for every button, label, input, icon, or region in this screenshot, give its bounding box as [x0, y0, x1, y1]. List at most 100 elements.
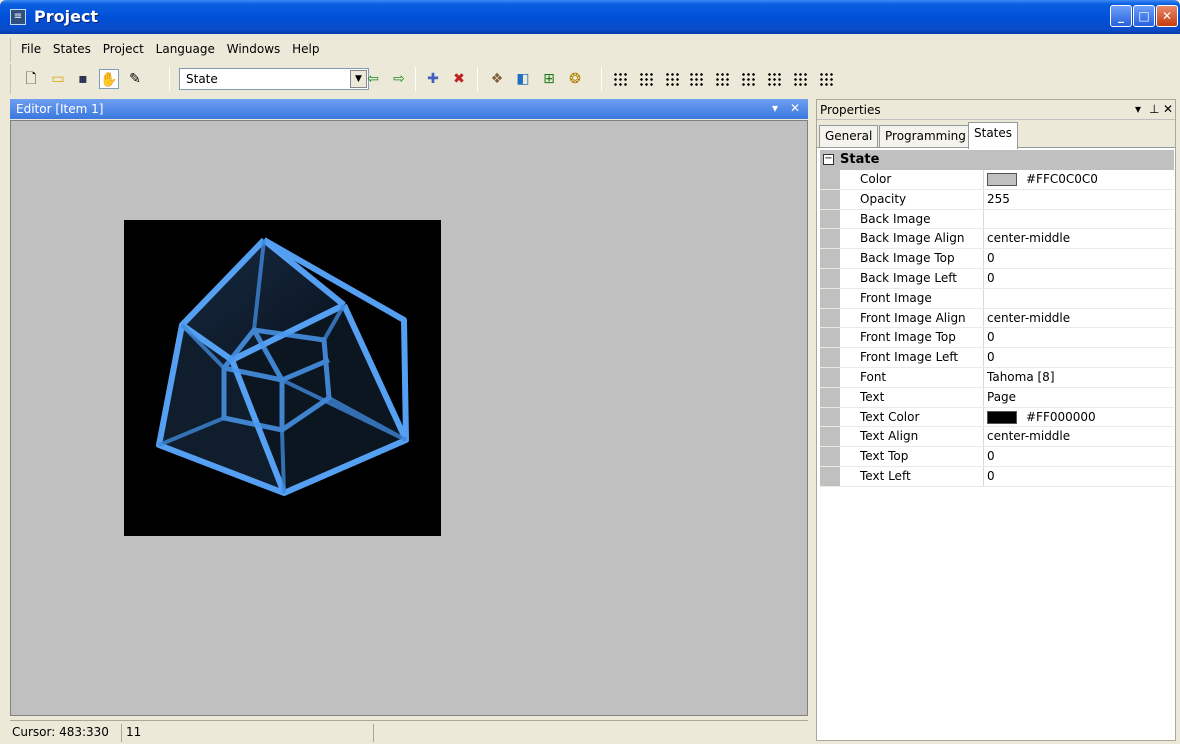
menu-project[interactable]: Project	[99, 38, 148, 60]
pencil-icon[interactable]: ✎	[125, 69, 145, 89]
menu-states[interactable]: States	[49, 38, 95, 60]
save-icon[interactable]: ▪	[73, 69, 93, 89]
maximize-button[interactable]: □	[1133, 5, 1155, 27]
property-value-text: 0	[987, 468, 995, 483]
property-value[interactable]: #FFC0C0C0	[983, 170, 1173, 189]
properties-panel: Properties ▾ ⊥ ✕ General Programming Sta…	[816, 99, 1176, 741]
pin-icon[interactable]: ⊥	[1149, 102, 1159, 116]
property-value[interactable]: 0	[983, 348, 1173, 367]
close-icon[interactable]: ✕	[1163, 102, 1173, 116]
layout-icon[interactable]	[715, 72, 731, 86]
color-swatch[interactable]	[987, 173, 1017, 186]
property-row[interactable]: Front Image Top 0	[820, 328, 1174, 349]
property-value[interactable]: 0	[983, 249, 1173, 268]
close-icon[interactable]: ✕	[790, 101, 800, 115]
property-value[interactable]	[983, 288, 1173, 308]
tab-states[interactable]: States	[968, 122, 1019, 149]
property-name: Front Image Align	[860, 310, 966, 325]
property-value[interactable]	[983, 209, 1173, 229]
property-value[interactable]: center-middle	[983, 427, 1173, 447]
property-value-text: center-middle	[987, 231, 1071, 246]
category-row[interactable]: − State	[820, 150, 1174, 170]
property-row[interactable]: Color #FFC0C0C0	[820, 170, 1174, 190]
property-row[interactable]: Front Image Align center-middle	[820, 308, 1174, 329]
property-value[interactable]: #FF000000	[983, 407, 1173, 427]
row-gutter	[820, 348, 840, 367]
chevron-down-icon[interactable]: ▾	[772, 101, 778, 115]
category-label: State	[840, 152, 880, 167]
item-1-preview[interactable]	[124, 220, 441, 536]
arrow-left-icon[interactable]: ⇦	[363, 69, 383, 89]
property-value[interactable]: 255	[983, 189, 1173, 209]
tab-general[interactable]: General	[819, 125, 879, 147]
menu-bar: File States Project Language Windows Hel…	[10, 38, 350, 62]
property-row[interactable]: Front Image	[820, 288, 1174, 309]
state-combo[interactable]: State ▼	[179, 68, 369, 90]
property-row[interactable]: Text Align center-middle	[820, 427, 1174, 448]
property-row[interactable]: Text Left 0	[820, 466, 1174, 487]
property-value-text: 255	[987, 191, 1010, 206]
cursor-position: Cursor: 483:330	[10, 724, 122, 742]
collapse-icon[interactable]: −	[823, 154, 834, 165]
bring-icon[interactable]: ❖	[487, 69, 507, 89]
minimize-button[interactable]: _	[1110, 5, 1132, 27]
property-value-text: center-middle	[987, 429, 1071, 444]
property-value[interactable]: Page	[983, 387, 1173, 407]
property-row[interactable]: Opacity 255	[820, 189, 1174, 210]
menu-file[interactable]: File	[17, 38, 45, 60]
layout-icon[interactable]	[665, 72, 681, 86]
menu-help[interactable]: Help	[288, 38, 323, 60]
add-icon[interactable]: ✚	[423, 69, 443, 89]
property-row[interactable]: Back Image Left 0	[820, 268, 1174, 289]
new-file-icon[interactable]: 🗋	[21, 69, 41, 89]
properties-header: Properties ▾ ⊥ ✕	[817, 100, 1175, 120]
property-value-text: Tahoma [8]	[987, 369, 1055, 384]
hand-icon[interactable]: ✋	[99, 69, 119, 89]
property-value-text: 0	[987, 251, 995, 266]
color-swatch[interactable]	[987, 410, 1017, 424]
row-gutter	[820, 268, 840, 288]
layout-icon[interactable]	[741, 72, 757, 86]
layout-icon[interactable]	[639, 72, 655, 86]
menu-windows[interactable]: Windows	[223, 38, 285, 60]
tab-programming[interactable]: Programming	[879, 125, 972, 147]
chevron-down-icon[interactable]: ▾	[1135, 102, 1141, 116]
property-row[interactable]: Text Color #FF000000	[820, 407, 1174, 428]
menu-language[interactable]: Language	[152, 38, 219, 60]
row-gutter	[820, 407, 840, 427]
property-value[interactable]: 0	[983, 268, 1173, 288]
property-value[interactable]: 0	[983, 466, 1173, 486]
layout-icon[interactable]	[793, 72, 809, 86]
property-row[interactable]: Text Page	[820, 387, 1174, 408]
property-value[interactable]: Tahoma [8]	[983, 367, 1173, 387]
property-row[interactable]: Font Tahoma [8]	[820, 367, 1174, 388]
close-button[interactable]: ✕	[1156, 5, 1178, 27]
arrow-right-icon[interactable]: ⇨	[389, 69, 409, 89]
layout-icon[interactable]	[689, 72, 705, 86]
property-value[interactable]: 0	[983, 328, 1173, 348]
property-row[interactable]: Back Image Top 0	[820, 249, 1174, 269]
paint-icon[interactable]: ◧	[513, 69, 533, 89]
layout-icon[interactable]	[767, 72, 783, 86]
open-folder-icon[interactable]: ▭	[48, 69, 68, 89]
layout-icon[interactable]	[613, 72, 629, 86]
sprite-icon[interactable]: ❂	[565, 69, 585, 89]
property-value[interactable]: 0	[983, 447, 1173, 466]
property-row[interactable]: Back Image	[820, 209, 1174, 230]
property-value[interactable]: center-middle	[983, 308, 1173, 328]
property-name: Text Left	[860, 468, 911, 483]
property-name: Front Image Top	[860, 330, 956, 345]
property-value[interactable]: center-middle	[983, 229, 1173, 249]
property-row[interactable]: Back Image Align center-middle	[820, 229, 1174, 250]
toolbar: 🗋 ▭ ▪ ✋ ✎ State ▼ ⇦ ⇨ ✚ ✖ ❖ ◧ ⊞ ❂	[10, 64, 872, 94]
layout-icon[interactable]	[819, 72, 835, 86]
property-name: Color	[860, 172, 892, 186]
delete-icon[interactable]: ✖	[449, 69, 469, 89]
property-row[interactable]: Text Top 0	[820, 447, 1174, 467]
property-value-text: 0	[987, 350, 995, 365]
app-icon[interactable]: ≡	[10, 9, 26, 25]
property-name: Back Image Top	[860, 251, 955, 266]
fit-icon[interactable]: ⊞	[539, 69, 559, 89]
property-row[interactable]: Front Image Left 0	[820, 348, 1174, 368]
row-gutter	[820, 387, 840, 407]
